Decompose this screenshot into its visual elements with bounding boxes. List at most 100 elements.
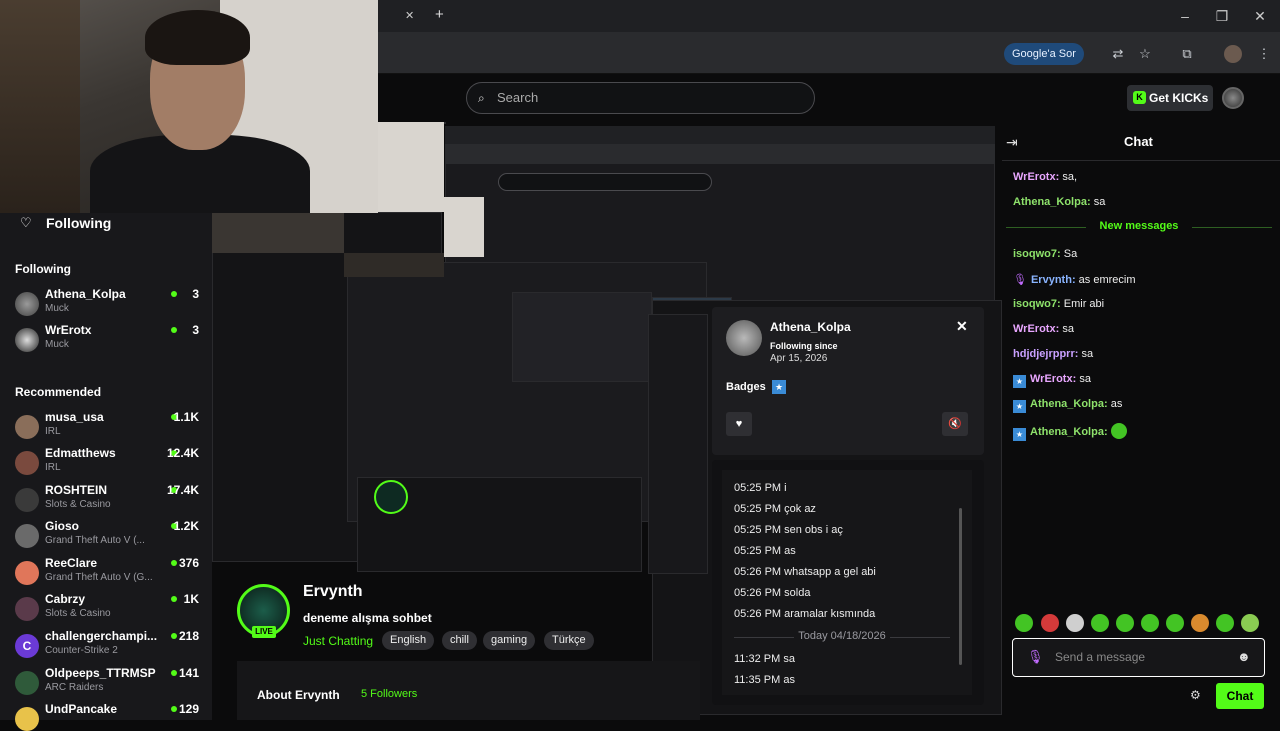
avatar xyxy=(15,671,39,695)
user-avatar[interactable] xyxy=(1222,87,1244,109)
chat-username[interactable]: hdjdjejrpprr xyxy=(1013,348,1075,360)
chat-message: Athena_Kolpa: sa xyxy=(1013,196,1106,208)
history-message: 11:35 PM as xyxy=(734,674,795,686)
emote-icon[interactable] xyxy=(1066,614,1084,632)
emoji-picker-icon[interactable]: ☻ xyxy=(1237,649,1251,664)
sidebar-item-recommended[interactable]: Oldpeeps_TTRMSP ARC Raiders 141 xyxy=(15,666,205,702)
sidebar-item-recommended[interactable]: UndPancake 129 xyxy=(15,702,205,731)
subscriber-badge-icon: ★ xyxy=(1013,400,1026,413)
sidebar-item-recommended[interactable]: C challengerchampi... Counter-Strike 2 2… xyxy=(15,629,205,665)
follow-heart-button[interactable]: ♥ xyxy=(726,412,752,436)
sidebar-item-recommended[interactable]: Cabrzy Slots & Casino 1K xyxy=(15,592,205,628)
chat-message-input[interactable]: 🎙 Send a message ☻ xyxy=(1012,638,1265,677)
emote-icon[interactable] xyxy=(1141,614,1159,632)
chat-username[interactable]: Athena_Kolpa xyxy=(1030,426,1104,438)
channel-name: challengerchampi... xyxy=(45,629,158,643)
emote-icon[interactable] xyxy=(1091,614,1109,632)
message-history-panel xyxy=(712,460,984,705)
emote-icon[interactable] xyxy=(1041,614,1059,632)
chat-message: WrErotx: sa, xyxy=(1013,171,1077,183)
close-icon[interactable]: ✕ xyxy=(956,318,968,335)
chat-input-placeholder: Send a message xyxy=(1055,650,1146,664)
menu-dots-icon[interactable]: ⋮ xyxy=(1255,45,1273,63)
chat-message: isoqwo7: Sa xyxy=(1013,248,1078,260)
microphone-icon[interactable]: 🎙 xyxy=(1027,649,1044,665)
translate-icon[interactable]: ⇄ xyxy=(1109,45,1127,63)
google-sor-label: Google'a Sor xyxy=(1012,48,1076,60)
stream-tag[interactable]: Türkçe xyxy=(544,631,594,650)
history-scrollbar[interactable] xyxy=(959,508,962,665)
avatar xyxy=(15,561,39,585)
channel-name: UndPancake xyxy=(45,702,118,716)
google-sor-button[interactable]: Google'a Sor xyxy=(1004,43,1084,65)
nested-marker xyxy=(444,122,446,124)
recommended-section-title: Recommended xyxy=(15,385,102,399)
collapse-chat-icon[interactable]: ⇥ xyxy=(1006,134,1018,151)
extensions-icon[interactable]: ⧉ xyxy=(1178,45,1196,63)
sidebar-item-following[interactable]: Athena_Kolpa Muck 3 xyxy=(15,287,205,323)
history-message: 05:25 PM sen obs i aç xyxy=(734,524,843,536)
chat-text: as xyxy=(1107,398,1123,410)
emote-icon[interactable] xyxy=(1191,614,1209,632)
user-card-popup: Athena_Kolpa Following since Apr 15, 202… xyxy=(712,307,984,455)
channel-category: ARC Raiders xyxy=(45,682,104,693)
avatar xyxy=(15,707,39,731)
subscriber-badge-icon: ★ xyxy=(772,380,786,394)
chat-username[interactable]: isoqwo7 xyxy=(1013,298,1057,310)
chat-username[interactable]: WrErotx xyxy=(1013,171,1056,183)
emote-icon[interactable] xyxy=(1116,614,1134,632)
channel-name: Oldpeeps_TTRMSP xyxy=(45,666,156,680)
chat-username[interactable]: Ervynth xyxy=(1031,274,1072,286)
live-dot xyxy=(171,327,177,333)
avatar xyxy=(15,292,39,316)
chat-username[interactable]: Athena_Kolpa xyxy=(1030,398,1104,410)
new-tab-button[interactable]: + xyxy=(435,6,444,23)
emote-icon[interactable] xyxy=(1015,614,1033,632)
channel-category: IRL xyxy=(45,462,61,473)
chat-username[interactable]: WrErotx xyxy=(1013,323,1056,335)
badges-label: Badges xyxy=(726,381,766,393)
sidebar-item-recommended[interactable]: Gioso Grand Theft Auto V (... 1.2K xyxy=(15,519,205,555)
chat-message: isoqwo7: Emir abi xyxy=(1013,298,1105,310)
maximize-button[interactable]: ❐ xyxy=(1212,8,1232,26)
bookmark-star-icon[interactable]: ☆ xyxy=(1136,45,1154,63)
stream-category-link[interactable]: Just Chatting xyxy=(303,634,373,648)
stream-tag[interactable]: English xyxy=(382,631,435,650)
get-kicks-button[interactable]: K Get KICKs xyxy=(1127,85,1213,111)
sidebar-item-recommended[interactable]: Edmatthews IRL 12.4K xyxy=(15,446,205,482)
send-chat-button[interactable]: Chat xyxy=(1216,683,1264,709)
window-close-button[interactable]: ✕ xyxy=(1250,8,1270,26)
chat-username[interactable]: WrErotx xyxy=(1030,373,1073,385)
chat-message: ★ Athena_Kolpa: as xyxy=(1013,398,1122,413)
emote-icon[interactable] xyxy=(1241,614,1259,632)
sidebar-item-recommended[interactable]: ReeClare Grand Theft Auto V (G... 376 xyxy=(15,556,205,592)
history-message: 05:25 PM i xyxy=(734,482,787,494)
chat-username[interactable]: isoqwo7 xyxy=(1013,248,1057,260)
profile-avatar[interactable] xyxy=(1224,45,1242,63)
history-message: 05:26 PM solda xyxy=(734,587,811,599)
sidebar-item-recommended[interactable]: musa_usa IRL 1.1K xyxy=(15,410,205,446)
chat-message: ★ WrErotx: sa xyxy=(1013,373,1091,388)
stream-tag[interactable]: chill xyxy=(442,631,477,650)
channel-name: WrErotx xyxy=(45,323,92,337)
emote-icon[interactable] xyxy=(1216,614,1234,632)
emote-icon[interactable] xyxy=(1166,614,1184,632)
browser-tab-bar xyxy=(378,0,1280,32)
sidebar-item-following[interactable]: WrErotx Muck 3 xyxy=(15,323,205,359)
viewer-count: 17.4K xyxy=(166,483,199,497)
search-input[interactable]: ⌕ Search xyxy=(466,82,815,114)
chat-settings-gear-icon[interactable]: ⚙ xyxy=(1190,688,1201,702)
stream-tag[interactable]: gaming xyxy=(483,631,536,650)
streamer-name[interactable]: Ervynth xyxy=(303,583,363,601)
channel-name: Edmatthews xyxy=(45,446,116,460)
mute-button[interactable]: 🔇 xyxy=(942,412,968,436)
chat-username[interactable]: Athena_Kolpa xyxy=(1013,196,1087,208)
close-tab-icon[interactable]: ✕ xyxy=(405,9,414,22)
sidebar-item-recommended[interactable]: ROSHTEIN Slots & Casino 17.4K xyxy=(15,483,205,519)
avatar xyxy=(15,488,39,512)
minimize-button[interactable]: – xyxy=(1175,8,1195,26)
chat-text: Sa xyxy=(1060,248,1078,260)
following-header[interactable]: Following xyxy=(46,215,111,231)
webcam-person-hair xyxy=(145,10,250,65)
chat-text: sa xyxy=(1076,373,1091,385)
